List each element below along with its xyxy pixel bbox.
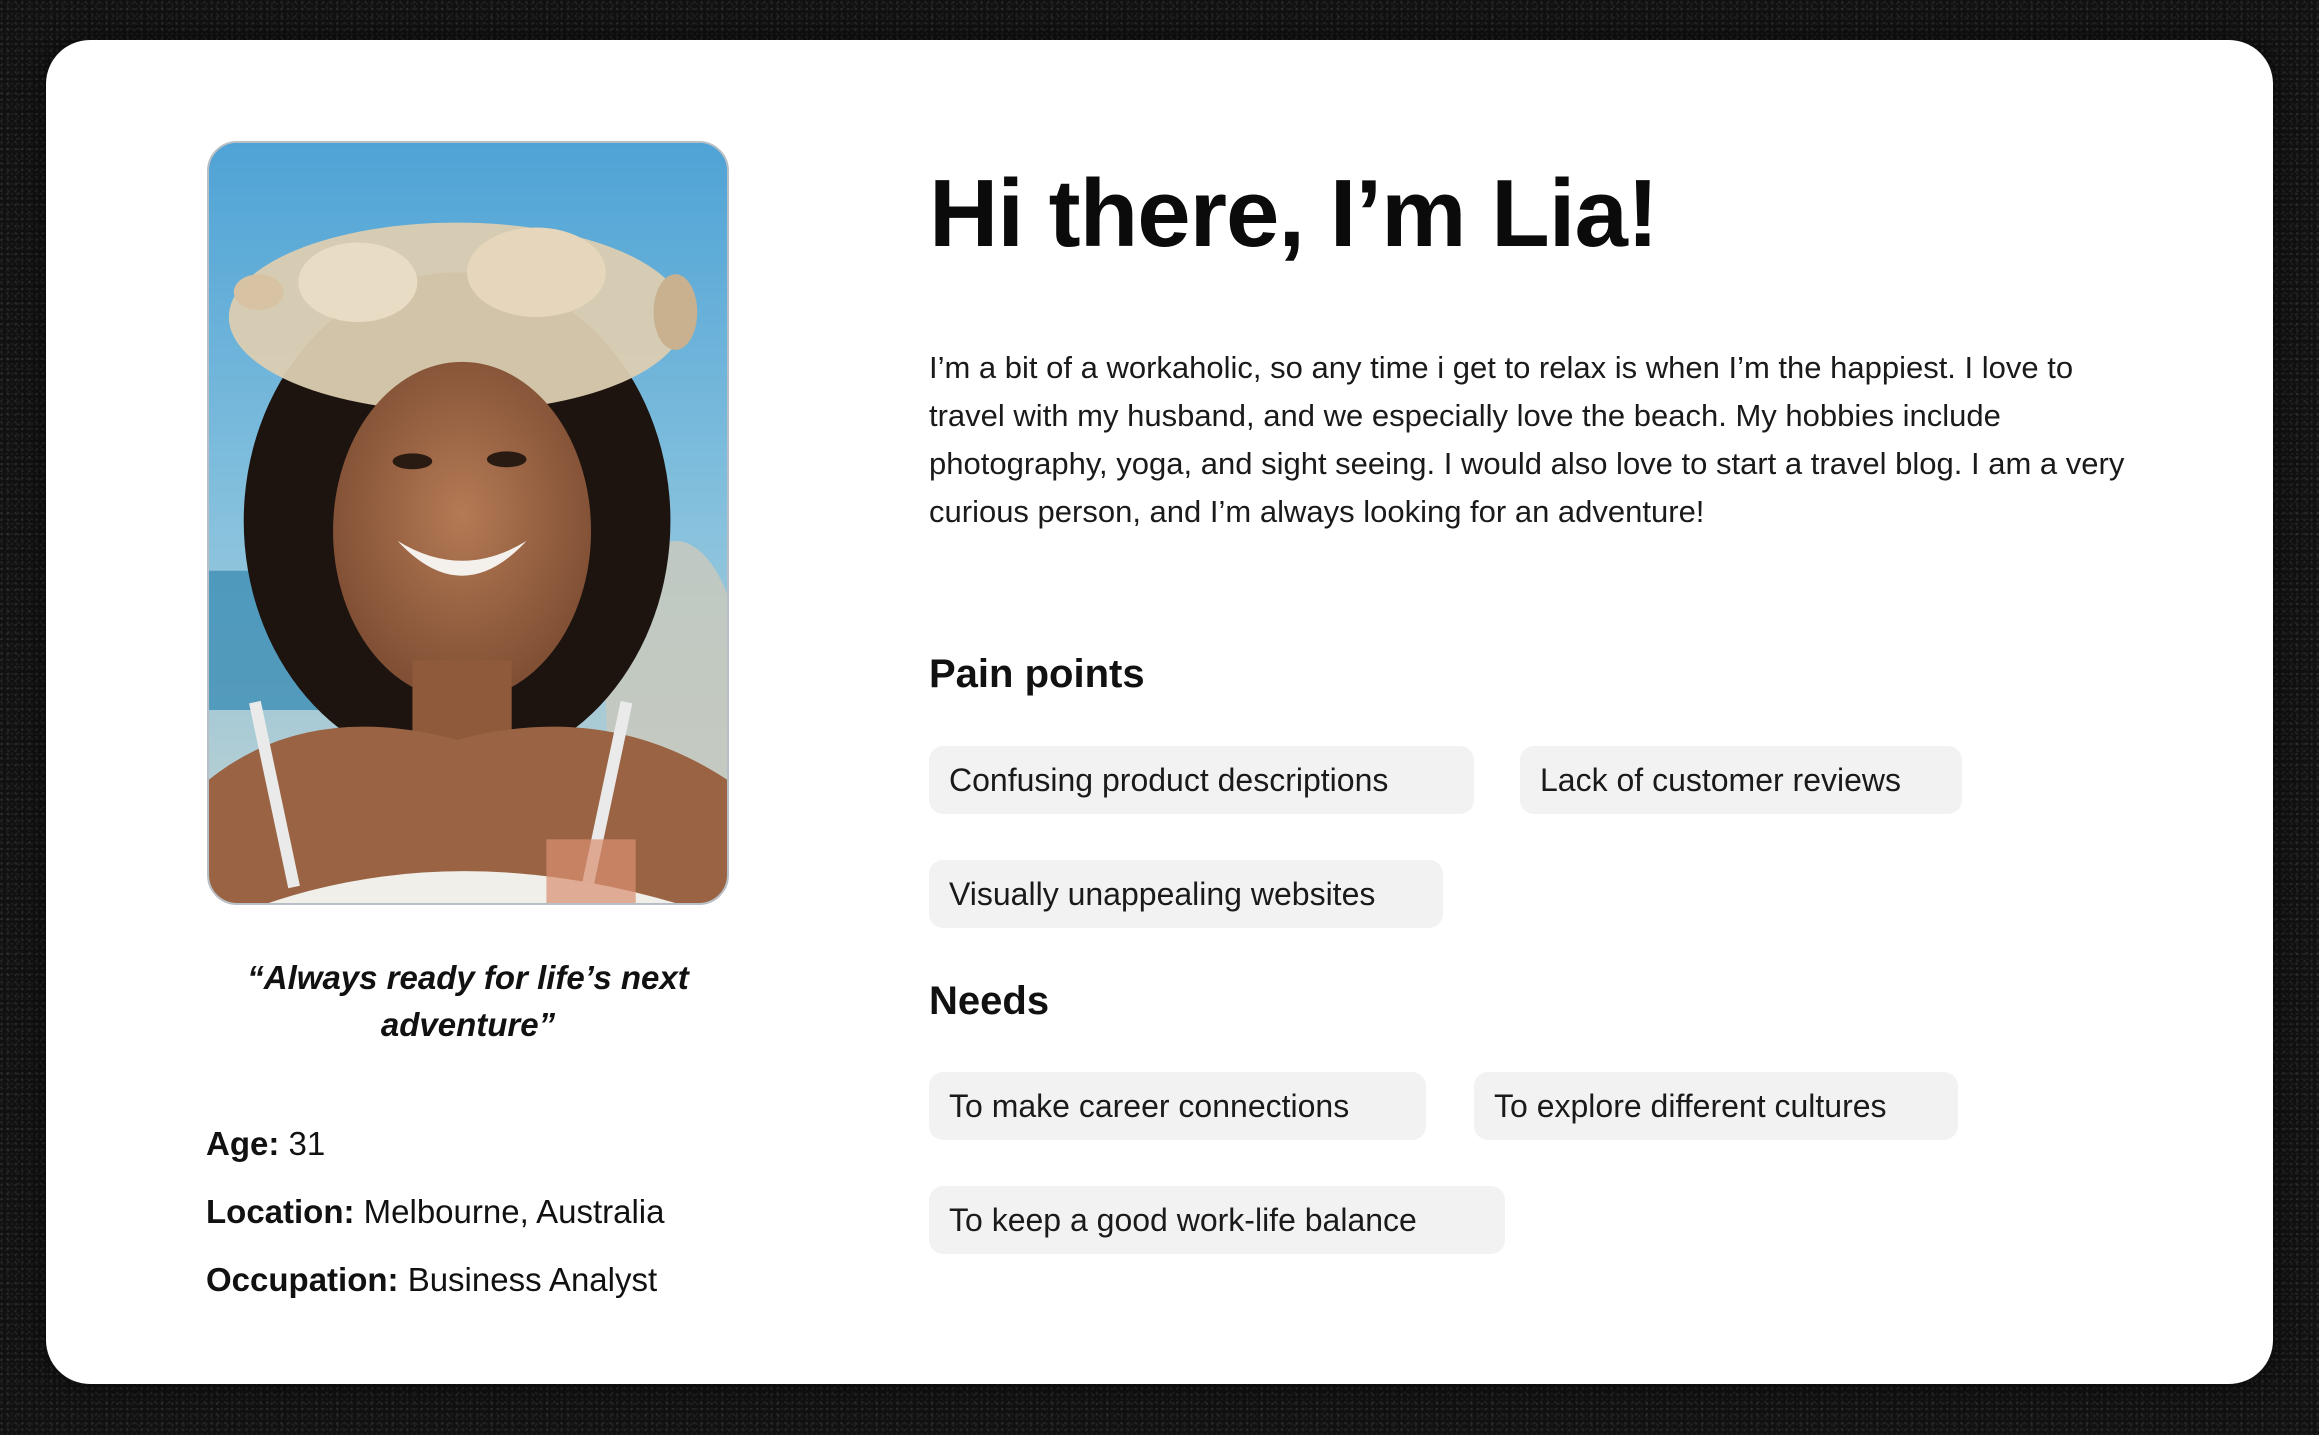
persona-quote: “Always ready for life’s next adventure”	[247, 959, 689, 1043]
persona-photo	[207, 141, 729, 905]
need-chip: To keep a good work-life balance	[929, 1186, 1505, 1254]
fact-occupation-label: Occupation:	[206, 1261, 399, 1298]
pain-point-chip: Lack of customer reviews	[1520, 746, 1962, 814]
persona-bio: I’m a bit of a workaholic, so any time i…	[929, 350, 2125, 529]
pain-point-chip: Confusing product descriptions	[929, 746, 1474, 814]
persona-headline: Hi there, I’m Lia!	[929, 160, 1659, 267]
fact-location: Location: Melbourne, Australia	[206, 1192, 665, 1232]
fact-age-value: 31	[288, 1125, 326, 1162]
fact-occupation-value: Business Analyst	[407, 1261, 658, 1298]
fact-location-value: Melbourne, Australia	[363, 1193, 665, 1230]
persona-photo-illustration	[209, 143, 727, 903]
need-chip: To explore different cultures	[1474, 1072, 1958, 1140]
pain-point-chip: Visually unappealing websites	[929, 860, 1443, 928]
needs-heading: Needs	[929, 979, 1050, 1023]
fact-location-label: Location:	[206, 1193, 355, 1230]
need-chip: To make career connections	[929, 1072, 1426, 1140]
persona-card: “Always ready for life’s next adventure”…	[46, 40, 2273, 1384]
fact-occupation: Occupation: Business Analyst	[206, 1260, 657, 1300]
fact-age-label: Age:	[206, 1125, 280, 1162]
pain-points-heading: Pain points	[929, 652, 1145, 696]
fact-age: Age: 31	[206, 1124, 325, 1164]
